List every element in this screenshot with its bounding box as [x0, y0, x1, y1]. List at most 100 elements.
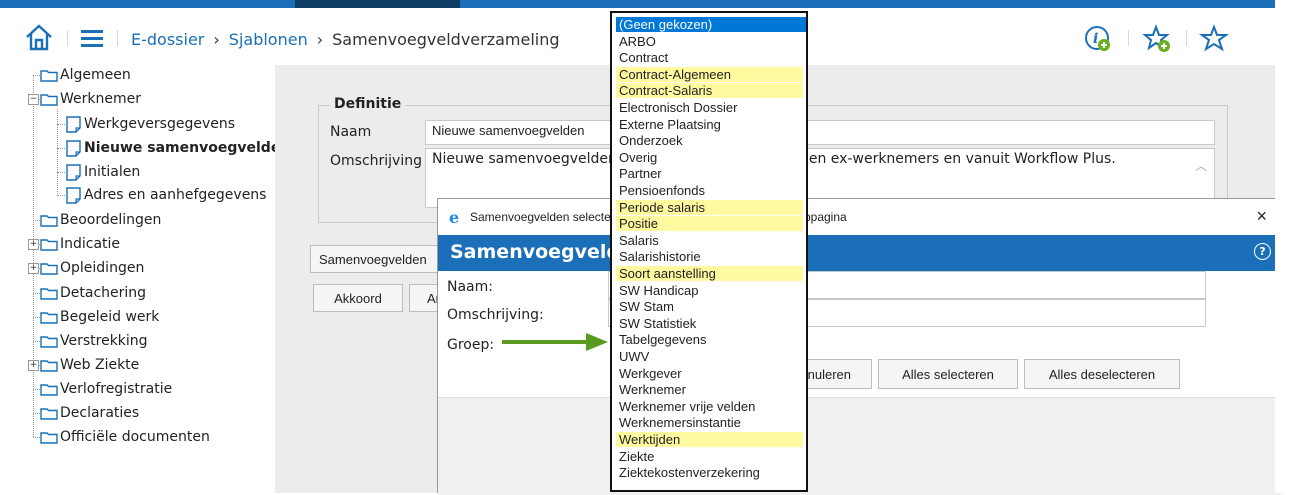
dropdown-option[interactable]: SW Stam: [616, 299, 803, 314]
tree-item[interactable]: Officiële documenten: [40, 427, 210, 447]
dropdown-option[interactable]: Overig: [616, 150, 803, 165]
tree-item-label: Adres en aanhefgegevens: [84, 187, 267, 203]
document-icon: [66, 163, 81, 181]
dropdown-option[interactable]: Werkgever: [616, 366, 803, 381]
naam-input[interactable]: Nieuwe samenvoegvelden: [425, 120, 1215, 145]
tree-item[interactable]: Opleidingen: [40, 258, 144, 278]
dialog-naam-label: Naam:: [447, 279, 493, 295]
folder-icon: [40, 335, 58, 348]
tree-item-label: Algemeen: [60, 67, 131, 83]
folder-icon: [40, 214, 58, 227]
folder-icon: [40, 407, 58, 420]
naam-label: Naam: [330, 124, 372, 140]
svg-text:e: e: [449, 209, 459, 225]
dropdown-option[interactable]: Soort aanstelling: [616, 266, 803, 281]
dropdown-option[interactable]: Onderzoek: [616, 133, 803, 148]
tree-item-label: Verlofregistratie: [60, 381, 173, 397]
dropdown-option[interactable]: Partner: [616, 166, 803, 181]
dropdown-option[interactable]: SW Statistiek: [616, 316, 803, 331]
folder-icon: [40, 287, 58, 300]
dropdown-option[interactable]: Werknemersinstantie: [616, 415, 803, 430]
dropdown-option[interactable]: Werknemer: [616, 382, 803, 397]
svg-text:i: i: [1093, 31, 1098, 47]
select-all-button[interactable]: Alles selecteren: [878, 359, 1018, 389]
dropdown-option[interactable]: Tabelgegevens: [616, 332, 803, 347]
tree-item[interactable]: Declaraties: [40, 403, 139, 423]
tree-item[interactable]: Verstrekking: [40, 331, 148, 351]
dropdown-option[interactable]: Contract-Algemeen: [616, 66, 803, 82]
tree-item-label: Declaraties: [60, 405, 140, 421]
help-icon[interactable]: ?: [1254, 243, 1271, 260]
collapse-icon[interactable]: −: [28, 94, 39, 105]
dropdown-option[interactable]: Salarishistorie: [616, 249, 803, 264]
dropdown-option[interactable]: Periode salaris: [616, 199, 803, 215]
dropdown-option[interactable]: Contract: [616, 50, 803, 65]
tree-item-label: Beoordelingen: [60, 212, 162, 228]
tree-item[interactable]: Algemeen: [40, 65, 131, 85]
navigation-tree: Algemeen − Werknemer Werkgeversgegevens Nieu…: [0, 65, 275, 493]
tree-item[interactable]: Verlofregistratie: [40, 379, 172, 399]
favorite-star-icon[interactable]: [1199, 24, 1229, 54]
dropdown-option[interactable]: Externe Plaatsing: [616, 117, 803, 132]
tree-item[interactable]: Detachering: [40, 283, 146, 303]
dialog-window-titlebar: e Samenvoegvelden selecteren -- Webpagin…: [438, 199, 1281, 235]
breadcrumb-e-dossier[interactable]: E-dossier: [131, 30, 204, 49]
tree-item[interactable]: Beoordelingen: [40, 210, 161, 230]
document-icon: [66, 115, 81, 133]
tree-item[interactable]: Begeleid werk: [40, 307, 159, 327]
dropdown-option[interactable]: Positie: [616, 216, 803, 232]
dialog-header-bar: Samenvoegvelden ?: [438, 235, 1281, 271]
favorite-add-icon[interactable]: [1142, 24, 1172, 54]
dropdown-option[interactable]: Pensioenfonds: [616, 183, 803, 198]
dropdown-option[interactable]: UWV: [616, 349, 803, 364]
document-icon: [66, 186, 81, 204]
tree-item-label: Opleidingen: [60, 260, 145, 276]
tree-item[interactable]: Indicatie: [40, 234, 120, 254]
dropdown-option[interactable]: SW Handicap: [616, 283, 803, 298]
document-icon: [66, 139, 81, 157]
tree-item-label: Indicatie: [60, 236, 121, 252]
tree-item-label: Werkgeversgegevens: [84, 116, 236, 132]
tree-item-label: Web Ziekte: [60, 357, 140, 373]
top-accent-bar: [0, 0, 1275, 8]
tree-item[interactable]: Werknemer: [40, 89, 141, 109]
tree-item[interactable]: Adres en aanhefgegevens: [65, 185, 266, 205]
internet-explorer-icon: e: [449, 209, 459, 225]
dropdown-option[interactable]: Werktijden: [616, 432, 803, 447]
tree-item[interactable]: Nieuwe samenvoegvelden: [65, 138, 275, 158]
home-icon[interactable]: [24, 22, 54, 52]
folder-icon: [40, 262, 58, 275]
tree-item[interactable]: Web Ziekte: [40, 355, 139, 375]
dialog-footer-area: [438, 397, 1281, 495]
akkoord-button[interactable]: Akkoord: [313, 284, 403, 312]
dropdown-option[interactable]: ARBO: [616, 34, 803, 49]
dropdown-option[interactable]: Salaris: [616, 233, 803, 248]
tree-item-label: Nieuwe samenvoegvelden: [84, 140, 275, 156]
tree-item[interactable]: Werkgeversgegevens: [65, 114, 235, 134]
menu-icon[interactable]: [81, 30, 103, 48]
breadcrumb-sjablonen[interactable]: Sjablonen: [229, 30, 308, 49]
tree-item-label: Werknemer: [60, 91, 141, 107]
folder-icon: [40, 431, 58, 444]
deselect-all-button[interactable]: Alles deselecteren: [1024, 359, 1180, 389]
tree-item-label: Begeleid werk: [60, 309, 160, 325]
dropdown-option[interactable]: Werknemer vrije velden: [616, 399, 803, 414]
groep-dropdown-list[interactable]: (Geen gekozen) ARBO Contract Contract-Algem…: [610, 11, 808, 492]
dropdown-option[interactable]: Electronisch Dossier: [616, 100, 803, 115]
expand-icon[interactable]: +: [28, 239, 39, 250]
scroll-up-icon[interactable]: ︿: [1195, 157, 1207, 174]
expand-icon[interactable]: +: [28, 360, 39, 371]
dropdown-option[interactable]: Ziekte: [616, 449, 803, 464]
samenvoegvelden-dialog: e Samenvoegvelden selecteren -- Webpagin…: [437, 198, 1282, 495]
dropdown-option[interactable]: (Geen gekozen): [616, 17, 806, 32]
close-icon[interactable]: ×: [1256, 206, 1267, 227]
info-add-icon[interactable]: i: [1083, 24, 1113, 54]
definitie-legend: Definitie: [330, 96, 406, 112]
breadcrumb: E-dossier › Sjablonen › Samenvoegveldverzame…: [131, 30, 560, 49]
tree-item[interactable]: Initialen: [65, 162, 140, 182]
folder-icon: [40, 238, 58, 251]
expand-icon[interactable]: +: [28, 263, 39, 274]
dropdown-option[interactable]: Contract-Salaris: [616, 83, 803, 99]
dropdown-option[interactable]: Ziektekostenverzekering: [616, 465, 803, 480]
tree-item-label: Officiële documenten: [60, 429, 210, 445]
